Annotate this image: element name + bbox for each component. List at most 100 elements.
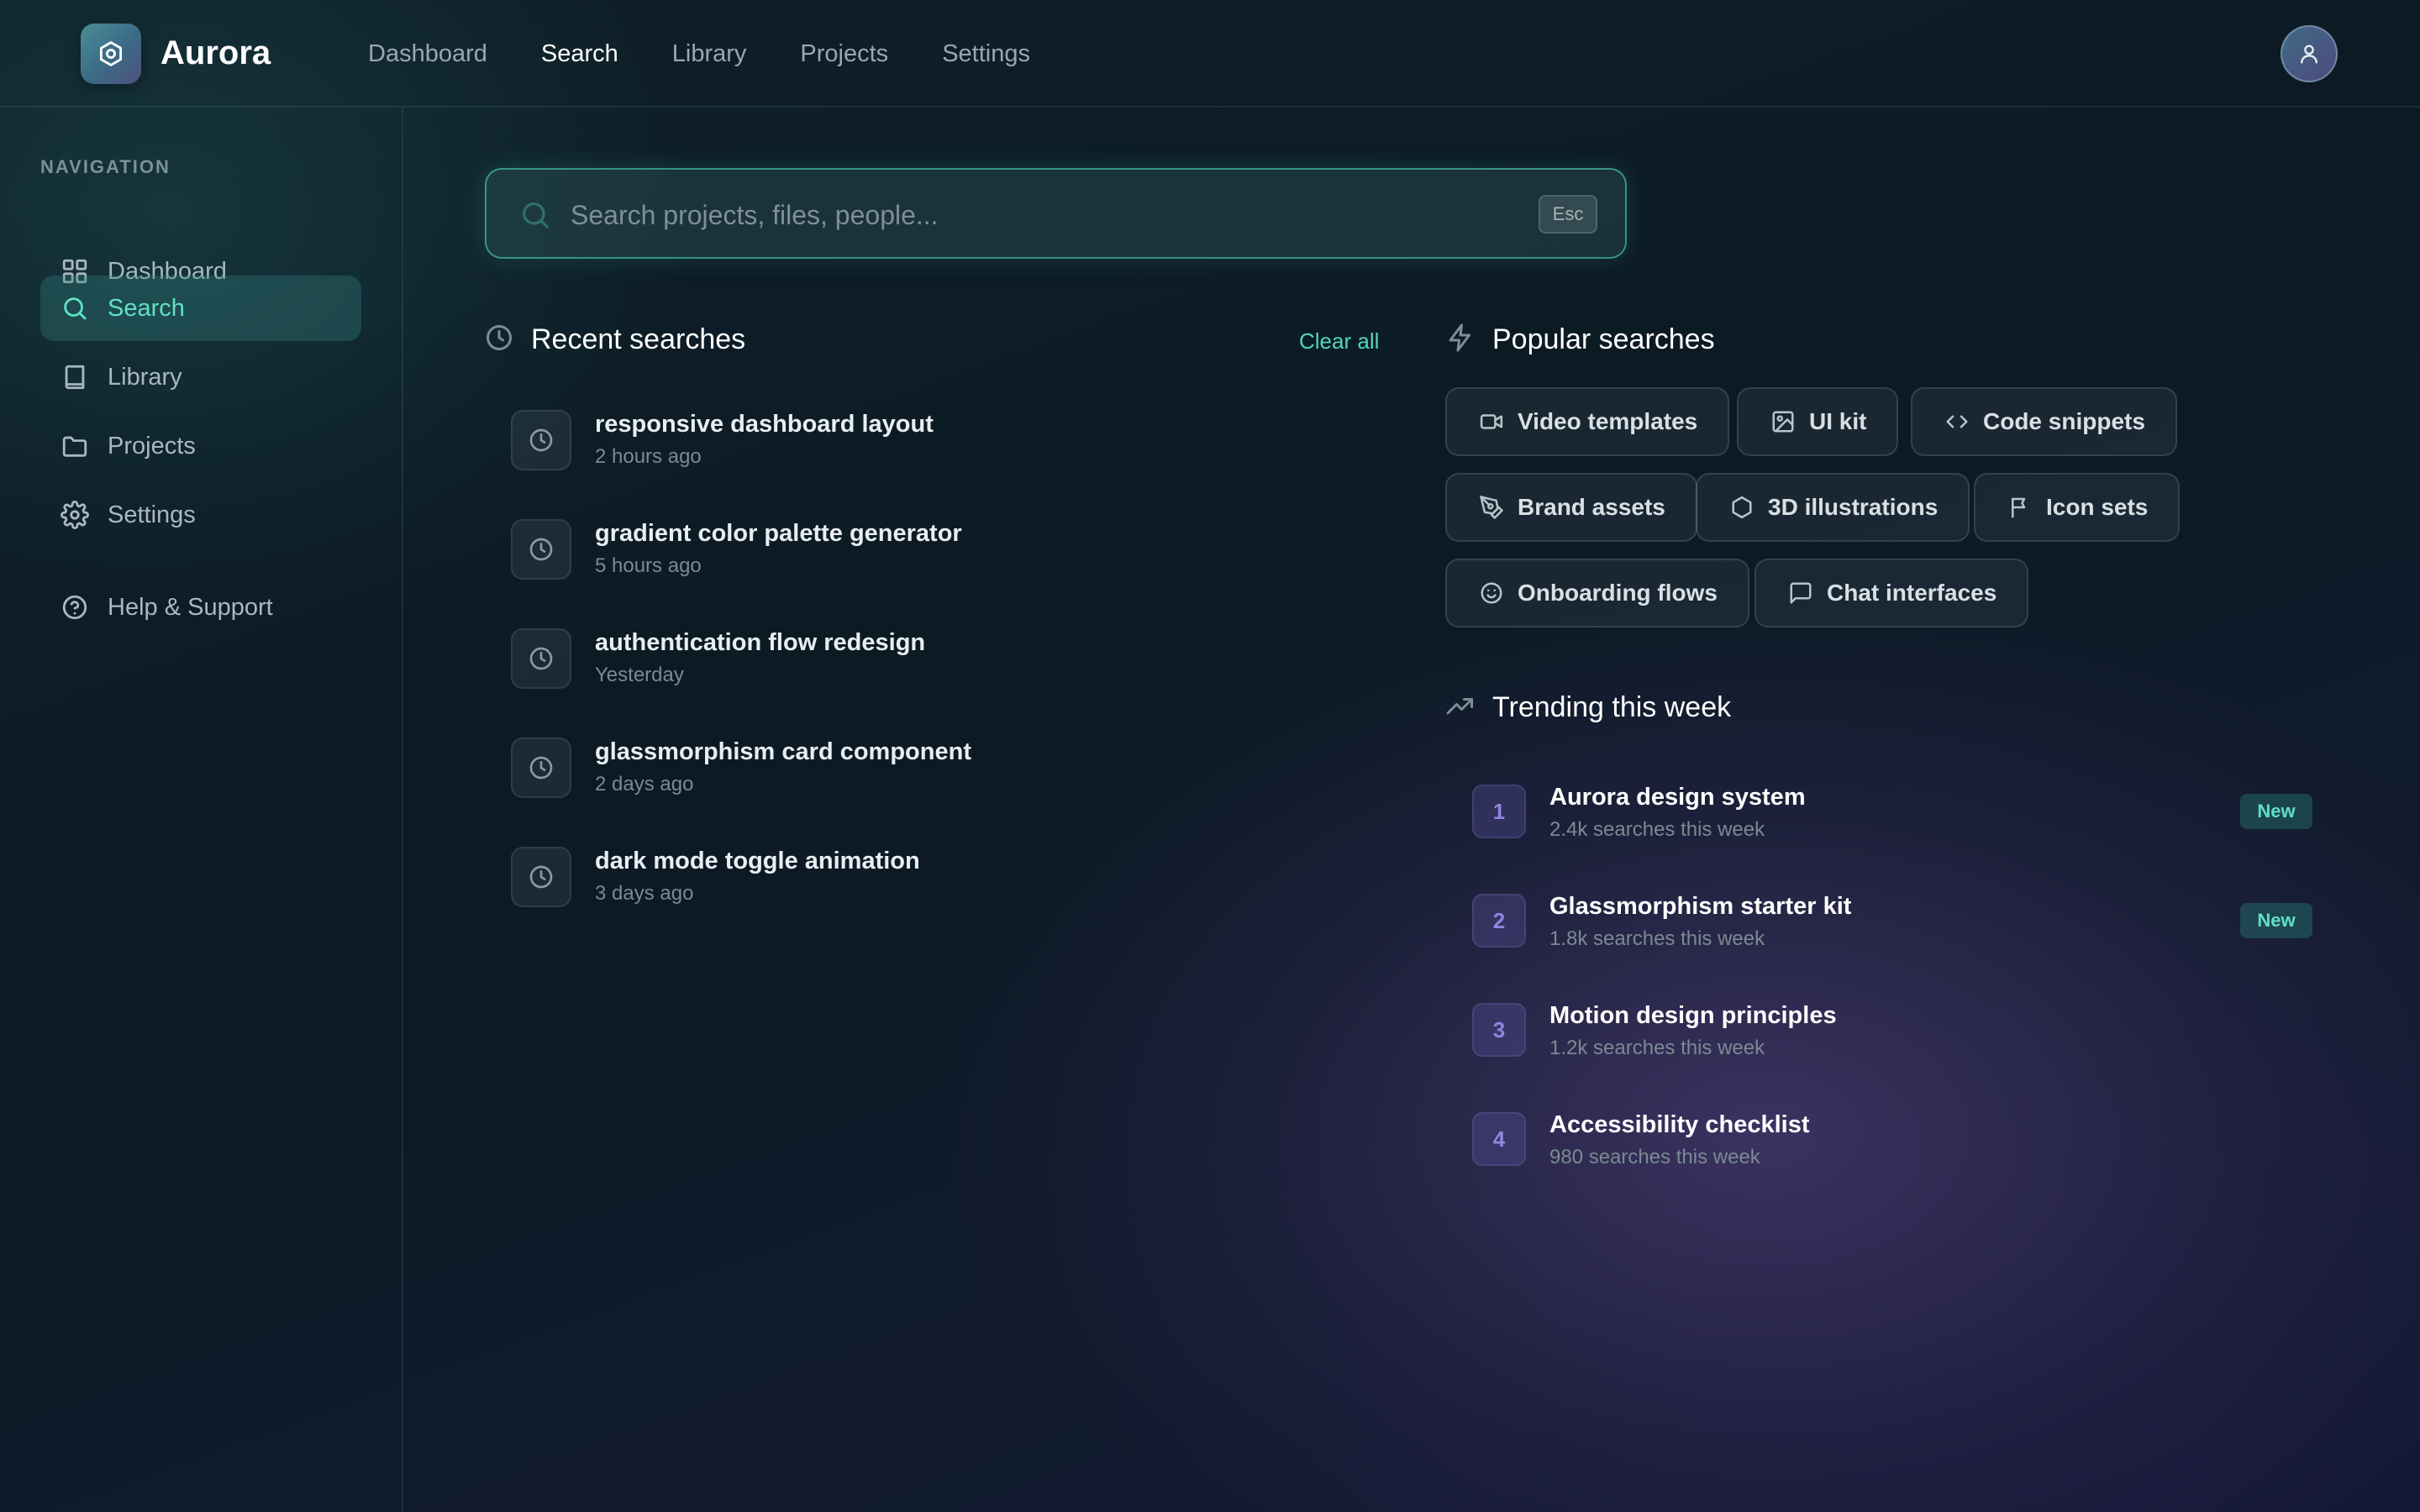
chip-label: UI kit — [1809, 408, 1867, 434]
top-nav-search[interactable]: Search — [541, 37, 618, 71]
chip-3d-illustrations[interactable]: 3D illustrations — [1696, 473, 1970, 542]
chip-code-snippets[interactable]: Code snippets — [1911, 387, 2177, 456]
sidebar-item-search[interactable]: Search — [40, 276, 361, 341]
search-icon — [64, 297, 87, 320]
search-icon — [523, 202, 549, 228]
recent-query: responsive dashboard layout — [595, 411, 934, 438]
trending-item[interactable]: 1 Aurora design system 2.4k searches thi… — [1472, 771, 2312, 855]
chip-video-templates[interactable]: Video templates — [1445, 387, 1730, 456]
trending-item-count: 980 searches this week — [1549, 1146, 1760, 1168]
trending-item[interactable]: 4 Accessibility checklist 980 searches t… — [1472, 1099, 2312, 1183]
chip-chat-interfaces[interactable]: Chat interfaces — [1754, 559, 2029, 627]
trending-item-title: Accessibility checklist — [1549, 1111, 1810, 1138]
folder-icon — [62, 436, 87, 457]
smile-icon — [1481, 582, 1502, 604]
trending-item-count: 1.8k searches this week — [1549, 927, 1765, 950]
top-nav-dashboard[interactable]: Dashboard — [368, 37, 487, 71]
chip-brand-assets[interactable]: Brand assets — [1445, 473, 1697, 542]
trending-item-title: Glassmorphism starter kit — [1549, 893, 1852, 920]
list-item[interactable]: authentication flow redesign Yesterday — [511, 617, 1393, 697]
video-icon — [1480, 414, 1503, 429]
chip-label: Chat interfaces — [1827, 580, 1997, 606]
top-bar: Aurora Dashboard Search Library Projects… — [0, 0, 2420, 108]
list-item[interactable]: dark mode toggle animation 3 days ago — [511, 835, 1393, 916]
list-item[interactable]: glassmorphism card component 2 days ago — [511, 726, 1393, 806]
recent-time: 2 days ago — [595, 773, 694, 795]
recent-query: authentication flow redesign — [595, 629, 926, 656]
list-item[interactable]: responsive dashboard layout 2 hours ago — [511, 398, 1393, 479]
pen-tool-icon — [1480, 496, 1503, 519]
top-nav-settings[interactable]: Settings — [942, 37, 1030, 71]
trending-item[interactable]: 2 Glassmorphism starter kit 1.8k searche… — [1472, 880, 2312, 964]
code-icon — [1946, 415, 1968, 428]
chip-label: Brand assets — [1518, 494, 1665, 520]
recent-time: 2 hours ago — [595, 445, 702, 468]
recent-query: dark mode toggle animation — [595, 848, 920, 874]
popular-searches-title: Popular searches — [1492, 323, 1715, 355]
book-icon — [65, 365, 85, 390]
sidebar-item-label: Settings — [108, 501, 196, 528]
sidebar-item-library[interactable]: Library — [40, 344, 361, 410]
list-item[interactable]: gradient color palette generator 5 hours… — [511, 507, 1393, 588]
esc-shortcut-badge[interactable]: Esc — [1539, 195, 1597, 234]
chip-icon-sets[interactable]: Icon sets — [1974, 473, 2181, 542]
app-name: Aurora — [160, 34, 271, 71]
clock-icon — [511, 628, 571, 689]
clock-icon — [511, 519, 571, 580]
search-bar[interactable]: Esc — [485, 168, 1627, 259]
trending-item[interactable]: 3 Motion design principles 1.2k searches… — [1472, 990, 2312, 1074]
message-square-icon — [1790, 582, 1812, 604]
top-nav: Dashboard Search Library Projects Settin… — [368, 37, 1084, 71]
trending-title: Trending this week — [1492, 691, 1732, 723]
chip-label: 3D illustrations — [1768, 494, 1939, 520]
hexagon-gear-icon — [99, 41, 123, 66]
sidebar-item-settings[interactable]: Settings — [40, 482, 361, 548]
chip-onboarding-flows[interactable]: Onboarding flows — [1445, 559, 1749, 627]
clock-icon — [511, 738, 571, 798]
trending-item-count: 1.2k searches this week — [1549, 1037, 1765, 1059]
trending-item-count: 2.4k searches this week — [1549, 818, 1765, 841]
recent-searches-title: Recent searches — [531, 323, 746, 355]
rank-badge: 2 — [1472, 894, 1526, 948]
trending-item-title: Motion design principles — [1549, 1002, 1837, 1029]
image-icon — [1772, 411, 1794, 433]
recent-time: Yesterday — [595, 664, 684, 686]
sidebar-item-help[interactable]: Help & Support — [40, 575, 361, 640]
clock-icon — [487, 325, 512, 350]
avatar[interactable] — [2281, 25, 2338, 82]
chip-ui-kit[interactable]: UI kit — [1737, 387, 1899, 456]
top-nav-library[interactable]: Library — [672, 37, 747, 71]
sidebar-heading: NAVIGATION — [40, 156, 171, 177]
sidebar-item-label: Library — [108, 363, 182, 391]
clock-icon — [511, 847, 571, 907]
chip-label: Icon sets — [2046, 494, 2149, 520]
chip-label: Onboarding flows — [1518, 580, 1718, 606]
zap-icon — [1449, 323, 1470, 352]
chip-label: Code snippets — [1983, 408, 2145, 434]
sidebar-item-label: Search — [108, 294, 185, 322]
rank-badge: 1 — [1472, 785, 1526, 838]
sidebar: NAVIGATION Dashboard Search Library Proj… — [0, 108, 403, 1512]
flag-icon — [2012, 497, 2026, 518]
help-circle-icon — [62, 595, 87, 620]
user-icon — [2301, 45, 2317, 64]
recent-query: glassmorphism card component — [595, 738, 971, 765]
recent-query: gradient color palette generator — [595, 520, 962, 547]
recent-time: 5 hours ago — [595, 554, 702, 577]
clear-all-button[interactable]: Clear all — [1299, 326, 1379, 356]
hexagon-icon — [1732, 496, 1752, 519]
search-input[interactable] — [571, 192, 1495, 239]
logo[interactable] — [81, 24, 141, 84]
chip-label: Video templates — [1518, 408, 1698, 434]
trending-item-title: Aurora design system — [1549, 784, 1806, 811]
recent-time: 3 days ago — [595, 882, 694, 905]
sidebar-item-projects[interactable]: Projects — [40, 413, 361, 479]
new-badge: New — [2240, 794, 2312, 829]
rank-badge: 4 — [1472, 1112, 1526, 1166]
sidebar-item-label: Help & Support — [108, 593, 273, 621]
new-badge: New — [2240, 903, 2312, 938]
clock-icon — [511, 410, 571, 470]
rank-badge: 3 — [1472, 1003, 1526, 1057]
trending-up-icon — [1446, 698, 1473, 715]
top-nav-projects[interactable]: Projects — [800, 37, 888, 71]
